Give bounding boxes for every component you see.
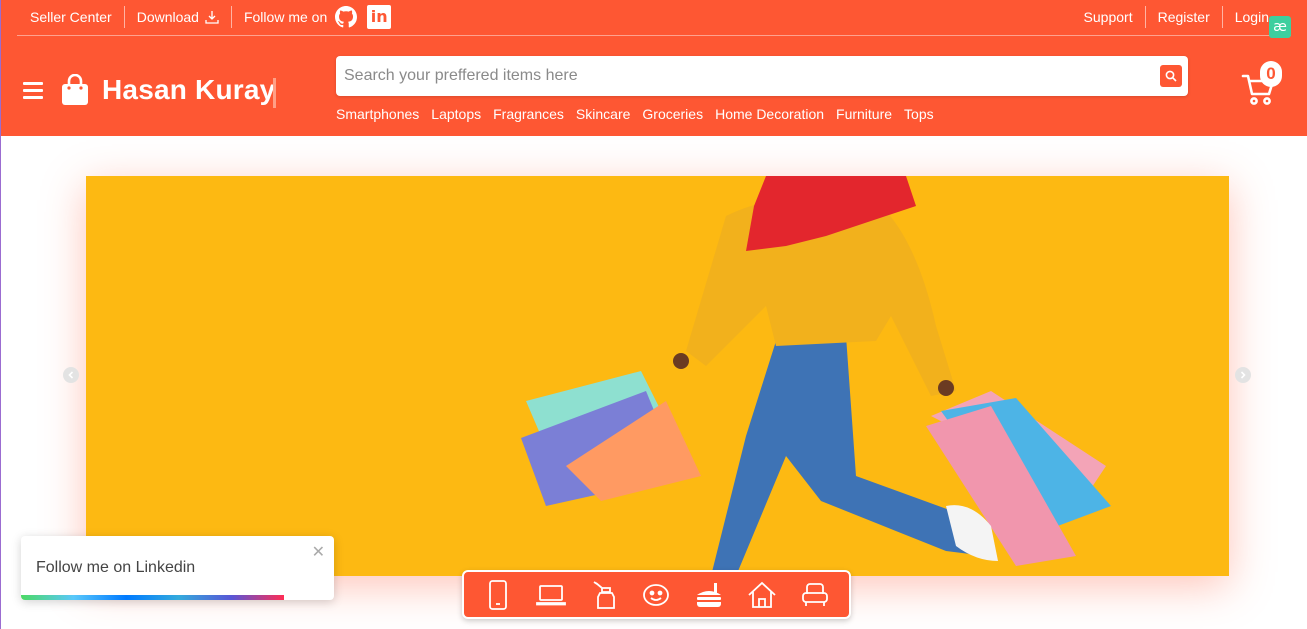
hamburger-menu-icon[interactable] bbox=[23, 82, 43, 99]
chevron-right-icon bbox=[1240, 371, 1246, 379]
download-icon bbox=[205, 11, 219, 24]
category-link-skincare[interactable]: Skincare bbox=[576, 106, 630, 122]
category-link-groceries[interactable]: Groceries bbox=[642, 106, 703, 122]
laptop-icon[interactable] bbox=[536, 580, 566, 610]
github-icon[interactable] bbox=[335, 6, 358, 28]
carousel-next-button[interactable] bbox=[1235, 367, 1251, 383]
linkedin-icon[interactable]: in bbox=[367, 5, 392, 29]
linkedin-toast[interactable]: Follow me on Linkedin ✕ bbox=[21, 536, 334, 600]
shopping-bag-icon bbox=[62, 74, 88, 105]
category-icon-bar bbox=[462, 570, 851, 619]
follow-me: Follow me on in bbox=[232, 5, 403, 29]
search-button[interactable] bbox=[1160, 65, 1182, 87]
register-link[interactable]: Register bbox=[1146, 6, 1223, 28]
top-bar-right: Support Register Login bbox=[1071, 6, 1291, 28]
furniture-icon[interactable] bbox=[800, 580, 830, 610]
search-input[interactable] bbox=[344, 56, 1144, 96]
category-link-home-decoration[interactable]: Home Decoration bbox=[715, 106, 824, 122]
cart-count-badge: 0 bbox=[1260, 61, 1282, 87]
category-link-fragrances[interactable]: Fragrances bbox=[493, 106, 564, 122]
support-link[interactable]: Support bbox=[1071, 6, 1146, 28]
top-bar: Seller Center Download Follow me on in S… bbox=[17, 0, 1291, 38]
search-bar bbox=[336, 56, 1188, 96]
chevron-left-icon bbox=[68, 371, 74, 379]
social-links: in bbox=[335, 5, 392, 29]
home-decoration-icon[interactable] bbox=[747, 580, 777, 610]
top-bar-left: Seller Center Download Follow me on in bbox=[17, 5, 403, 29]
carousel-prev-button[interactable] bbox=[63, 367, 79, 383]
category-link-laptops[interactable]: Laptops bbox=[431, 106, 481, 122]
download-label: Download bbox=[136, 9, 199, 25]
search-icon bbox=[1165, 70, 1177, 82]
download-link[interactable]: Download bbox=[125, 6, 232, 28]
groceries-icon[interactable] bbox=[694, 580, 724, 610]
category-nav: Smartphones Laptops Fragrances Skincare … bbox=[336, 106, 946, 122]
seller-center-link[interactable]: Seller Center bbox=[17, 6, 125, 28]
hero-banner[interactable] bbox=[86, 176, 1229, 576]
brand-name[interactable]: Hasan Kuray bbox=[102, 74, 275, 106]
toast-close-button[interactable]: ✕ bbox=[312, 542, 325, 561]
toast-message: Follow me on Linkedin bbox=[36, 559, 196, 576]
category-link-smartphones[interactable]: Smartphones bbox=[336, 106, 419, 122]
extension-badge[interactable]: æ bbox=[1269, 16, 1291, 38]
category-link-furniture[interactable]: Furniture bbox=[836, 106, 892, 122]
site-header: Seller Center Download Follow me on in S… bbox=[1, 0, 1307, 136]
skincare-icon[interactable] bbox=[641, 580, 671, 610]
toast-progress-bar bbox=[21, 595, 284, 600]
smartphone-icon[interactable] bbox=[483, 579, 513, 610]
follow-label: Follow me on bbox=[243, 9, 328, 25]
fragrance-icon[interactable] bbox=[589, 580, 619, 610]
typing-caret bbox=[273, 78, 276, 108]
category-link-tops[interactable]: Tops bbox=[904, 106, 934, 122]
shopper-illustration bbox=[521, 176, 1111, 576]
